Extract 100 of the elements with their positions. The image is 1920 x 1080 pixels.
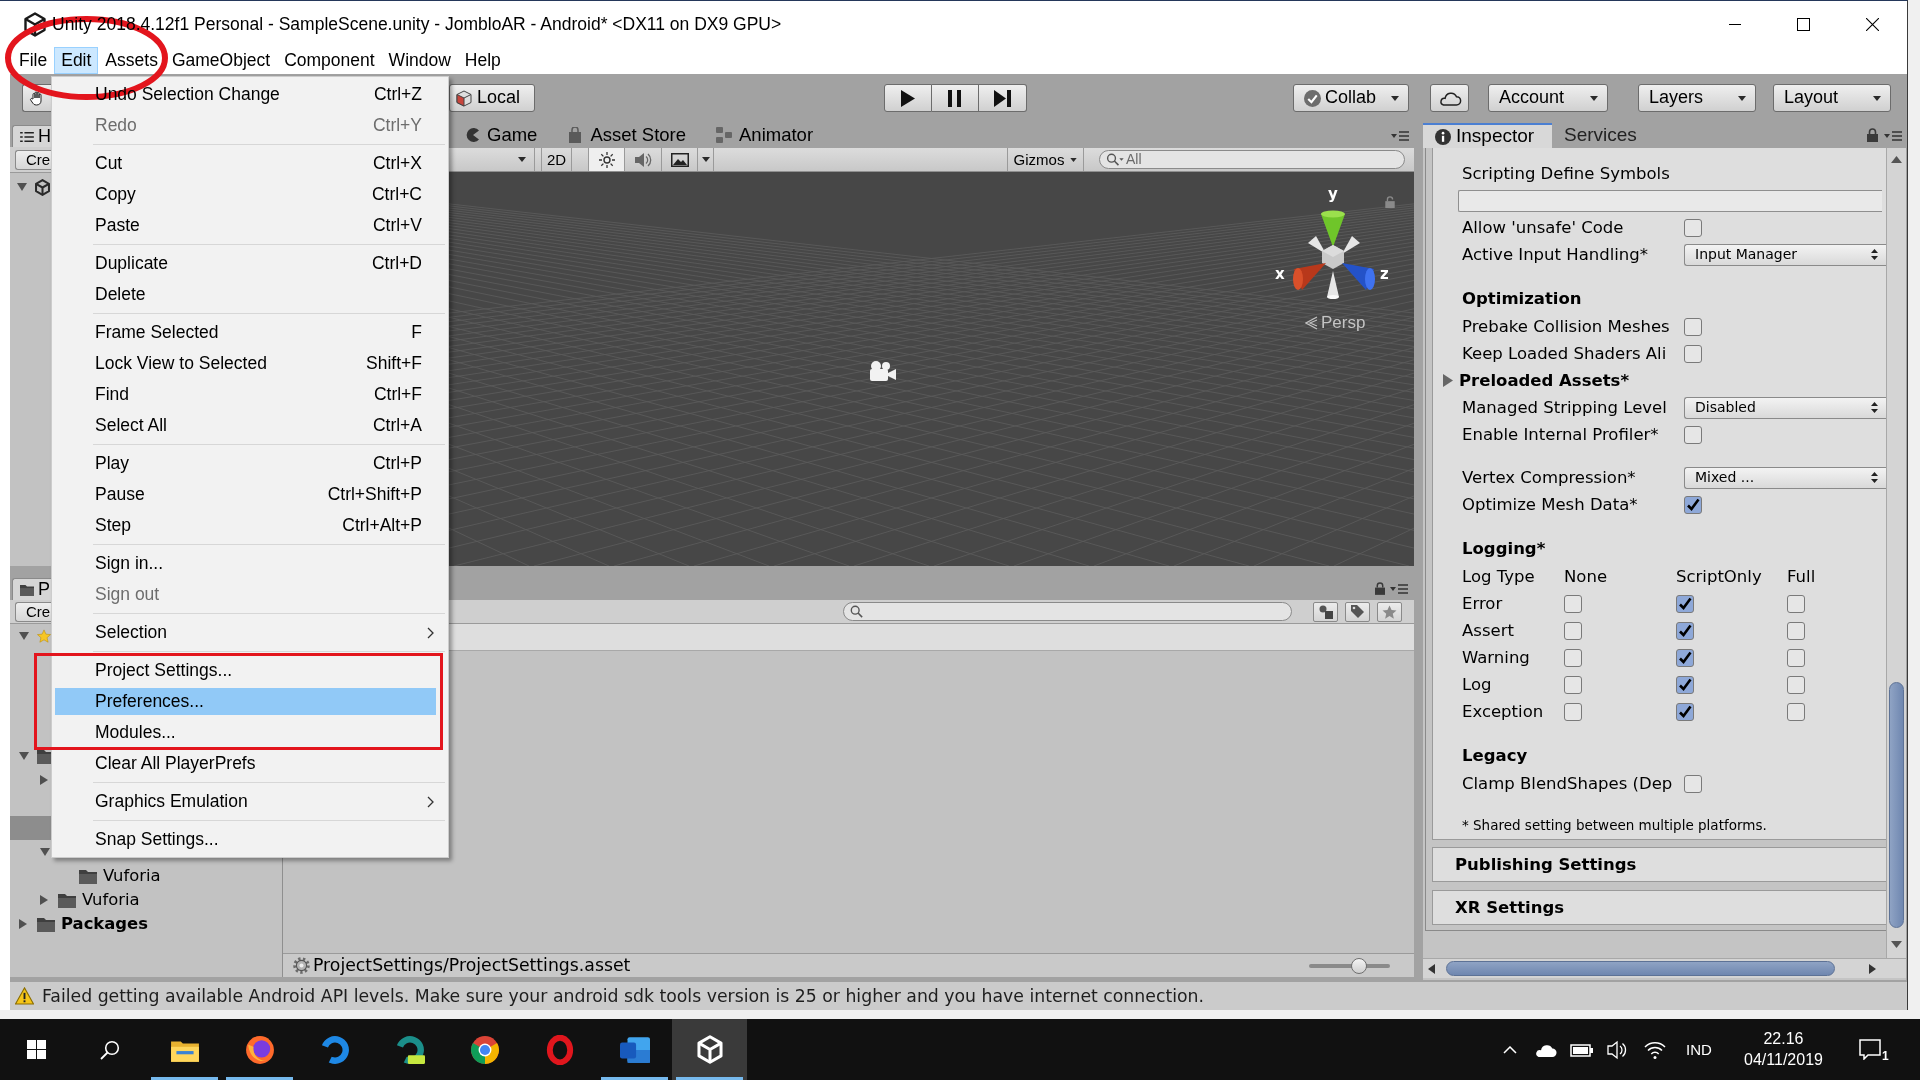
checkbox[interactable] [1787, 648, 1805, 667]
clock-date[interactable]: 04/11/2019 [1744, 1050, 1823, 1069]
panel-menu-icon[interactable] [1884, 128, 1902, 142]
filter-by-type-button[interactable] [1313, 601, 1338, 622]
battery-icon[interactable] [1569, 1041, 1594, 1058]
menu-item[interactable]: Lock View to Selected Shift+F [55, 350, 436, 377]
caret-right-icon[interactable] [40, 895, 48, 905]
menu-bar-item[interactable]: GameObject [164, 47, 278, 74]
panel-menu-icon[interactable] [1390, 581, 1408, 595]
scroll-right-icon[interactable] [1869, 964, 1876, 974]
checkbox[interactable] [1787, 621, 1805, 640]
dropdown[interactable]: Mixed ... [1684, 466, 1886, 489]
checkbox[interactable] [1564, 621, 1582, 640]
scroll-left-icon[interactable] [1428, 964, 1435, 974]
checkbox[interactable] [1676, 594, 1694, 613]
notification-icon[interactable] [1859, 1039, 1881, 1060]
panel-tab[interactable]: Inspector [1423, 123, 1552, 148]
foldout-toggle[interactable]: Preloaded Assets* [1443, 370, 1630, 391]
project-tab[interactable]: P [12, 578, 51, 600]
menu-item[interactable]: Preferences... [55, 688, 436, 715]
caret-down-icon[interactable] [19, 632, 29, 640]
mode-2d-toggle[interactable]: 2D [541, 148, 572, 171]
horizontal-scrollbar[interactable] [1423, 958, 1906, 978]
panel-tab[interactable]: Asset Store [557, 122, 697, 148]
menu-item[interactable]: Copy Ctrl+C [55, 181, 436, 208]
search-field[interactable]: All [1099, 150, 1405, 169]
menu-item[interactable]: Find Ctrl+F [55, 381, 436, 408]
checkbox[interactable] [1684, 495, 1702, 514]
menu-item[interactable]: Pause Ctrl+Shift+P [55, 481, 436, 508]
menu-item[interactable]: Clear All PlayerPrefs [55, 750, 436, 777]
menu-item[interactable]: Snap Settings... [55, 826, 436, 853]
collab-dropdown[interactable]: Collab [1293, 84, 1409, 112]
scroll-down-icon[interactable] [1891, 941, 1902, 948]
account-dropdown[interactable]: Account [1488, 84, 1608, 112]
menu-bar-item[interactable]: Help [457, 47, 508, 74]
collapsed-section-header[interactable]: Publishing Settings [1432, 847, 1886, 882]
checkbox[interactable] [1564, 702, 1582, 721]
checkbox[interactable] [1564, 648, 1582, 667]
menu-item[interactable]: Play Ctrl+P [55, 450, 436, 477]
checkbox[interactable] [1684, 317, 1702, 336]
pivot-rotation-button[interactable]: Local [449, 84, 535, 112]
panel-tab[interactable]: Animator [706, 122, 824, 148]
lock-icon[interactable] [1375, 581, 1385, 595]
cloud-button[interactable] [1430, 84, 1469, 112]
dropdown[interactable]: Input Manager [1684, 243, 1886, 266]
menu-item[interactable]: Cut Ctrl+X [55, 150, 436, 177]
vertical-scrollbar[interactable] [1886, 148, 1906, 958]
slider-thumb[interactable] [1351, 957, 1368, 974]
lock-icon[interactable] [1867, 128, 1878, 142]
checkbox[interactable] [1787, 675, 1805, 694]
caret-down-icon[interactable] [40, 848, 50, 856]
favorites-button[interactable] [1377, 601, 1402, 622]
checkbox[interactable] [1684, 425, 1702, 444]
checkbox[interactable] [1684, 218, 1702, 237]
checkbox[interactable] [1787, 702, 1805, 721]
menu-item[interactable]: Modules... [55, 719, 436, 746]
scrollbar-thumb[interactable] [1889, 682, 1904, 928]
checkbox[interactable] [1676, 702, 1694, 721]
taskbar-button[interactable] [672, 1019, 747, 1080]
checkbox[interactable] [1564, 675, 1582, 694]
pause-button[interactable] [931, 84, 979, 112]
menu-item[interactable]: Select All Ctrl+A [55, 412, 436, 439]
caret-down-icon[interactable] [19, 752, 29, 760]
filter-by-label-button[interactable] [1345, 601, 1370, 622]
checkbox[interactable] [1684, 774, 1702, 793]
perspective-icon[interactable] [1305, 316, 1318, 331]
menu-item[interactable]: Paste Ctrl+V [55, 212, 436, 239]
menu-item[interactable]: Graphics Emulation [55, 788, 436, 815]
text-field[interactable] [1458, 189, 1882, 212]
create-button[interactable]: Cre [15, 149, 51, 170]
lighting-toggle[interactable] [588, 148, 625, 171]
menu-item[interactable]: Sign in... [55, 550, 436, 577]
play-button[interactable] [884, 84, 932, 112]
menu-bar-item[interactable]: Assets [98, 47, 165, 74]
menu-bar-item[interactable]: Window [381, 47, 458, 74]
menu-bar-item[interactable]: File [12, 47, 55, 74]
menu-item[interactable]: Frame Selected F [55, 319, 436, 346]
menu-item[interactable]: Project Settings... [55, 657, 436, 684]
menu-bar-item[interactable]: Component [277, 47, 382, 74]
layers-dropdown[interactable]: Layers [1638, 84, 1756, 112]
menu-item[interactable]: Duplicate Ctrl+D [55, 250, 436, 277]
wifi-icon[interactable] [1643, 1039, 1667, 1060]
search-field[interactable] [843, 602, 1292, 621]
menu-item[interactable]: Selection [55, 619, 436, 646]
menu-item[interactable]: Delete [55, 281, 436, 308]
lock-icon[interactable] [1385, 196, 1395, 208]
scroll-up-icon[interactable] [1891, 156, 1902, 163]
caret-right-icon[interactable] [19, 919, 27, 929]
layout-dropdown[interactable]: Layout [1773, 84, 1891, 112]
menu-bar-item[interactable]: Edit [54, 47, 99, 74]
create-button[interactable]: Cre [15, 601, 51, 622]
clock-time[interactable]: 22.16 [1763, 1030, 1804, 1049]
gizmos-dropdown[interactable]: Gizmos [1007, 148, 1084, 171]
checkbox[interactable] [1676, 675, 1694, 694]
checkbox[interactable] [1676, 621, 1694, 640]
chevron-up-icon[interactable] [1503, 1045, 1517, 1054]
collapsed-section-header[interactable]: XR Settings [1432, 890, 1886, 925]
checkbox[interactable] [1676, 648, 1694, 667]
hierarchy-tab[interactable]: H [12, 125, 51, 147]
step-button[interactable] [979, 84, 1027, 112]
